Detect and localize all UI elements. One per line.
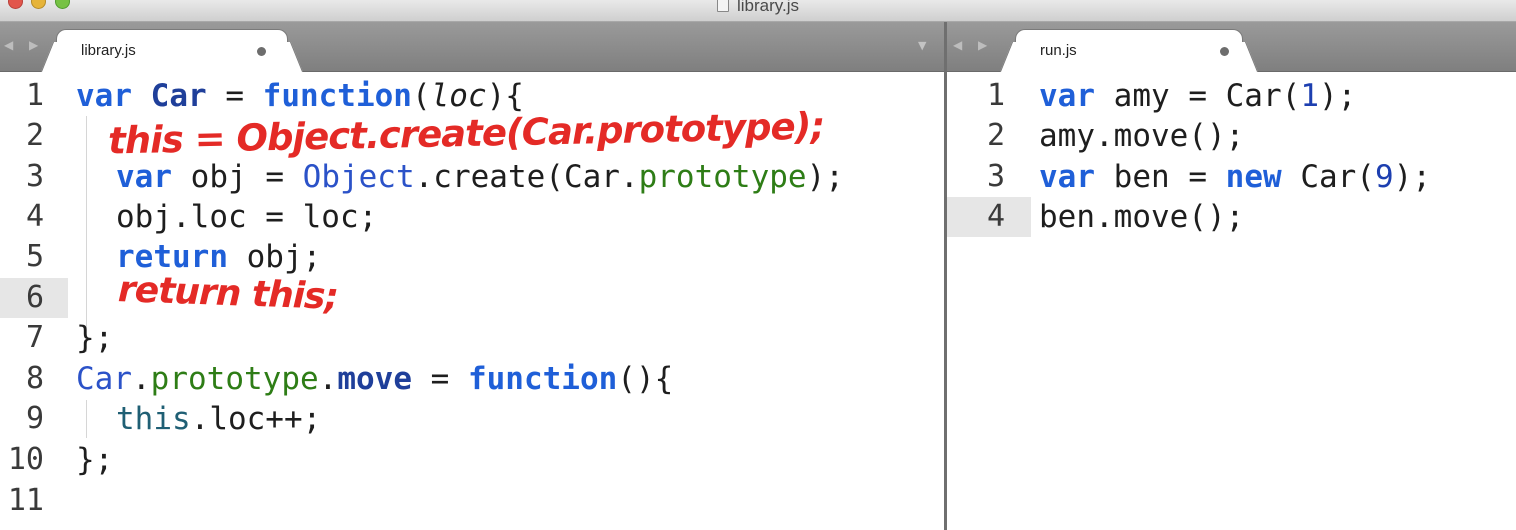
tab-run-js[interactable]: run.js: [1015, 29, 1243, 72]
code-text: ben.move();: [1039, 199, 1245, 235]
line-number: 3: [25, 159, 44, 194]
tab-label: library.js: [81, 42, 136, 59]
line-number: 7: [25, 320, 44, 355]
code-text: };: [76, 442, 114, 478]
line-number: 11: [7, 483, 44, 518]
line-number: 6: [0, 278, 68, 318]
tab-dropdown-icon[interactable]: ▼: [918, 39, 926, 52]
right-tab-bar: ◀ ▶ run.js: [947, 22, 1516, 72]
tab-nav-arrows[interactable]: ◀ ▶: [953, 38, 993, 52]
tab-nav-arrows[interactable]: ◀ ▶: [4, 38, 44, 52]
unsaved-dot-icon[interactable]: [1220, 47, 1229, 56]
code-line: 3 var obj = Object.create(Car.prototype)…: [0, 157, 944, 197]
line-number: 2: [986, 118, 1005, 153]
code-line-current: 4 ben.move();: [947, 197, 1516, 237]
code-line: 4 obj.loc = loc;: [0, 197, 944, 237]
code-line: 9 this.loc++;: [0, 399, 944, 439]
handwritten-annotation: return this;: [117, 269, 339, 318]
line-number: 4: [25, 199, 44, 234]
code-line: 2 this = Object.create(Car.prototype);: [0, 105, 944, 163]
code-text: obj.loc = loc;: [116, 199, 378, 235]
code-text: this.loc++;: [116, 401, 322, 437]
line-number: 1: [25, 78, 44, 113]
window-title-text: library.js: [736, 0, 800, 15]
code-line: 3 var ben = new Car(9);: [947, 157, 1516, 197]
window-title: library.js: [0, 0, 1516, 16]
tab-library-js[interactable]: library.js: [56, 29, 288, 72]
code-line: 8 Car.prototype.move = function(){: [0, 359, 944, 399]
code-text: Car.prototype.move = function(){: [76, 361, 674, 397]
line-number: 3: [986, 159, 1005, 194]
code-line: 2 amy.move();: [947, 116, 1516, 156]
code-text: var ben = new Car(9);: [1039, 159, 1431, 195]
unsaved-dot-icon[interactable]: [257, 47, 266, 56]
code-line: 10 };: [0, 440, 944, 480]
line-number: 1: [986, 78, 1005, 113]
code-line-current: 6 return this;: [0, 269, 944, 318]
window-title-bar: library.js: [0, 0, 1516, 22]
code-text: amy.move();: [1039, 118, 1245, 154]
line-number: 10: [7, 442, 44, 477]
document-icon: [716, 0, 729, 12]
code-line: 7 };: [0, 318, 944, 358]
line-number: 8: [25, 361, 44, 396]
code-text: var Car = function(loc){: [76, 78, 524, 114]
code-line: 11: [0, 481, 944, 521]
code-text: var obj = Object.create(Car.prototype);: [116, 159, 844, 195]
editor-run-js[interactable]: 1 var amy = Car(1); 2 amy.move(); 3 var …: [947, 72, 1516, 530]
code-line: 1 var amy = Car(1);: [947, 76, 1516, 116]
line-number: 9: [25, 401, 44, 436]
editor-library-js[interactable]: 1 var Car = function(loc){ 2 this = Obje…: [0, 72, 944, 530]
left-tab-bar: ◀ ▶ library.js ▼: [0, 22, 944, 72]
code-text: var amy = Car(1);: [1039, 78, 1357, 114]
tab-label: run.js: [1040, 42, 1077, 59]
code-text: };: [76, 320, 114, 356]
line-number: 2: [25, 118, 44, 153]
line-number: 4: [947, 197, 1031, 237]
line-number: 5: [25, 239, 44, 274]
